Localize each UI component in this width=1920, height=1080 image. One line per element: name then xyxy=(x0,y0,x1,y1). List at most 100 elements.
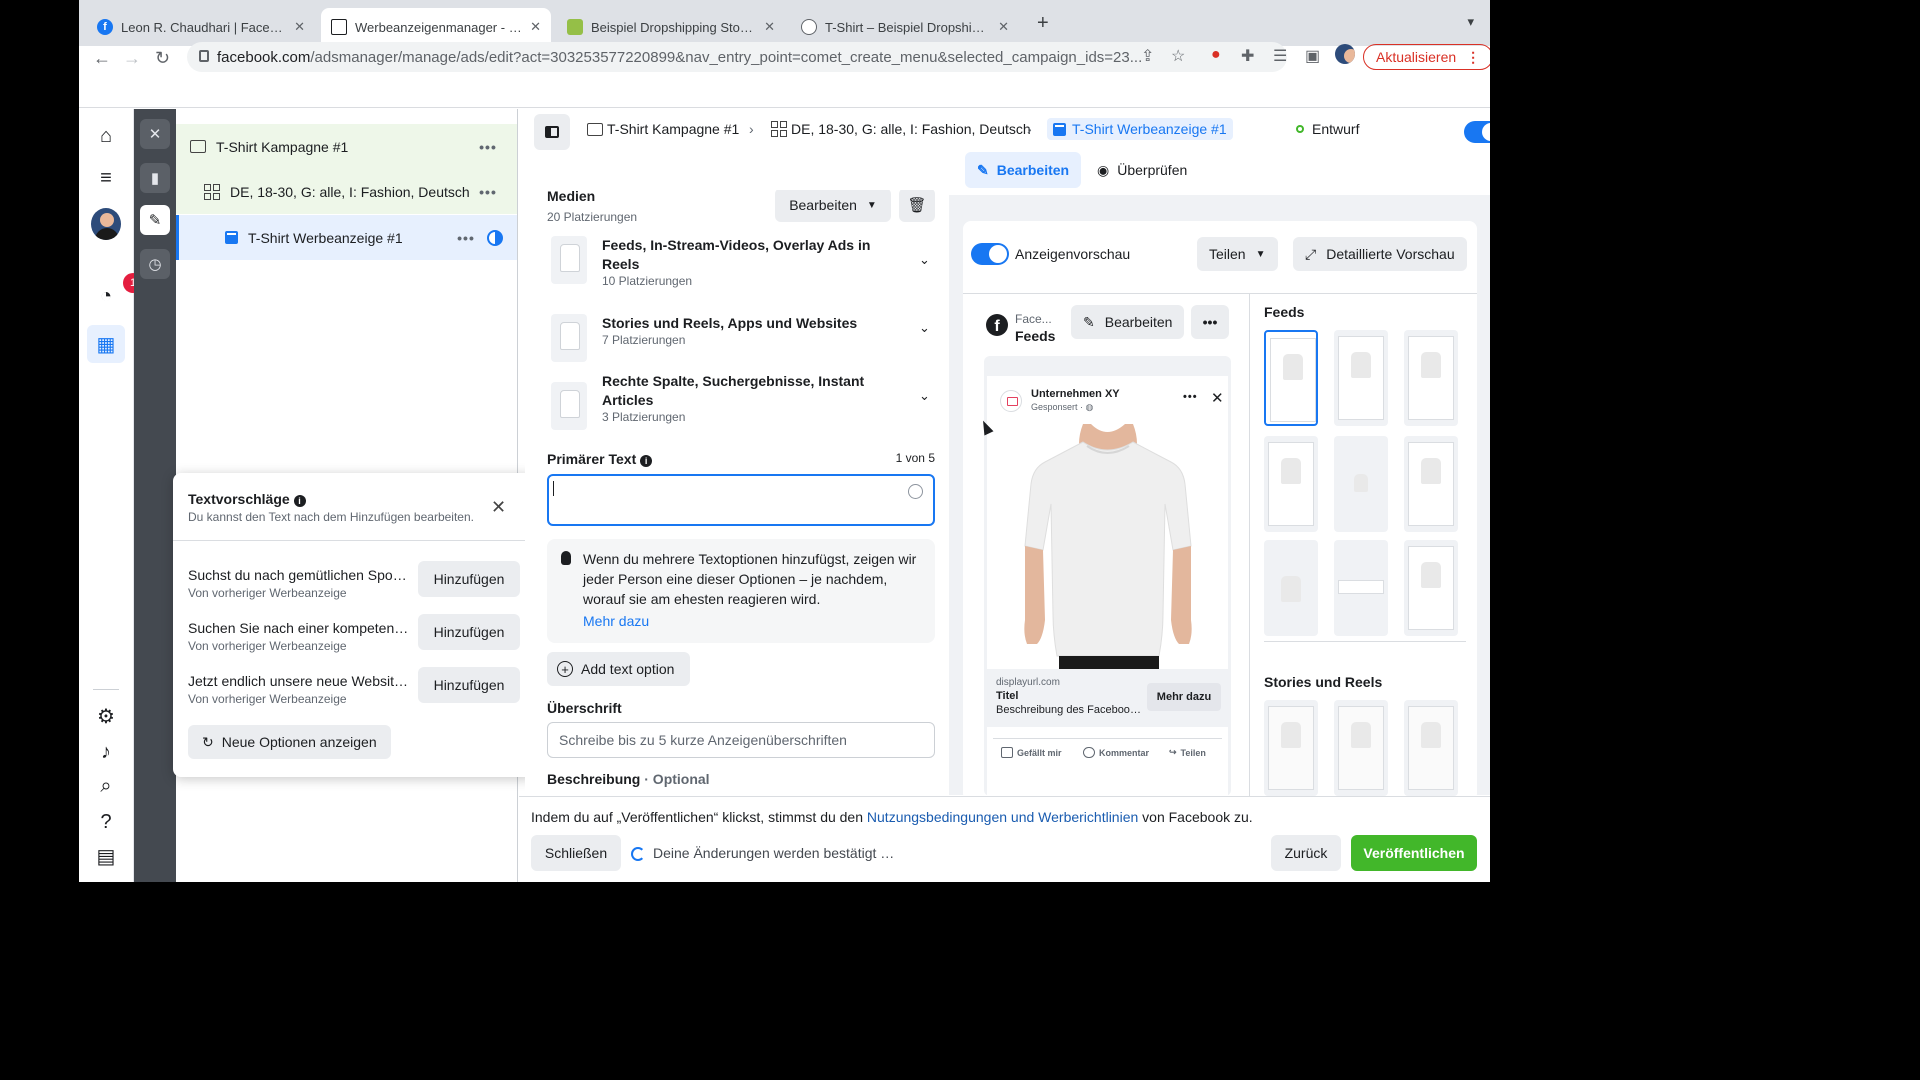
ad-preview-toggle[interactable] xyxy=(971,243,1009,265)
back-button[interactable]: Zurück xyxy=(1271,835,1341,871)
learn-more-cta-button[interactable]: Mehr dazu xyxy=(1147,683,1221,711)
editor-footer: Indem du auf „Veröffentlichen“ klickst, … xyxy=(519,796,1490,882)
more-vertical-icon: ⋮ xyxy=(1466,48,1481,65)
add-text-option-button[interactable]: + Add text option xyxy=(547,652,691,686)
comment-action[interactable]: Kommentar xyxy=(1083,747,1149,758)
share-page-icon[interactable]: ⇪ xyxy=(1141,46,1154,66)
comment-icon xyxy=(1083,747,1095,758)
more-options-icon[interactable]: ••• xyxy=(473,184,503,200)
tree-item-campaign[interactable]: T-Shirt Kampagne #1 ••• xyxy=(176,124,517,169)
account-avatar[interactable] xyxy=(91,208,121,240)
chevron-down-icon[interactable]: ⌄ xyxy=(919,388,930,404)
side-panel-icon[interactable]: ▣ xyxy=(1305,46,1320,66)
placement-thumb[interactable] xyxy=(1264,330,1318,426)
placement-thumb[interactable] xyxy=(1334,540,1388,636)
placement-thumb[interactable] xyxy=(1404,436,1458,532)
suggestion-item: Suchen Sie nach einer kompetente... Von … xyxy=(188,614,520,664)
caret-down-icon: ▼ xyxy=(1255,248,1266,260)
primary-text-input[interactable] xyxy=(547,474,935,526)
show-new-options-button[interactable]: ↻ Neue Optionen anzeigen xyxy=(188,725,391,759)
media-queue-icon[interactable]: ☰ xyxy=(1273,46,1287,66)
bookmark-star-icon[interactable]: ☆ xyxy=(1171,46,1185,66)
placement-thumb[interactable] xyxy=(1334,330,1388,426)
chevron-right-icon: › xyxy=(749,121,754,137)
edit-mode-button[interactable]: ✎ Bearbeiten xyxy=(965,152,1082,188)
more-options-button[interactable]: ••• xyxy=(1191,305,1229,339)
tab-tshirt-product[interactable]: T-Shirt – Beispiel Dropshipping Store ✕ xyxy=(791,8,1019,46)
more-options-icon[interactable]: ••• xyxy=(1183,391,1198,403)
tab-shopify-store[interactable]: Beispiel Dropshipping Store · Home ✕ xyxy=(557,8,785,46)
share-action[interactable]: ↪ Teilen xyxy=(1169,747,1206,758)
learn-more-link[interactable]: Mehr dazu xyxy=(583,613,649,629)
history-clock-icon[interactable]: ◷ xyxy=(140,249,170,279)
like-action[interactable]: Gefällt mir xyxy=(1001,747,1062,758)
add-suggestion-button[interactable]: Hinzufügen xyxy=(418,561,520,597)
ads-account-icon[interactable]: ◔ 1 xyxy=(91,273,143,311)
tree-item-adset[interactable]: DE, 18-30, G: alle, I: Fashion, Deutsch … xyxy=(176,169,517,214)
edit-preview-button[interactable]: ✎ Bearbeiten xyxy=(1071,305,1185,339)
reload-icon[interactable]: ↻ xyxy=(155,48,170,69)
terms-link[interactable]: Nutzungsbedingungen und Werberichtlinien xyxy=(867,809,1138,825)
more-options-icon[interactable]: ••• xyxy=(473,139,503,155)
placement-thumb[interactable] xyxy=(1404,540,1458,636)
tree-item-ad[interactable]: T-Shirt Werbeanzeige #1 ••• xyxy=(176,215,517,260)
notification-bell-icon[interactable]: ♪ xyxy=(91,737,121,767)
puzzle-icon[interactable]: ✚ xyxy=(1241,46,1254,66)
breadcrumb-adset[interactable]: DE, 18-30, G: alle, I: Fashion, Deutsch xyxy=(771,121,1031,137)
emoji-icon[interactable] xyxy=(908,484,923,499)
media-edit-dropdown[interactable]: Bearbeiten ▼ xyxy=(775,190,891,222)
placement-thumb[interactable] xyxy=(1404,330,1458,426)
add-suggestion-button[interactable]: Hinzufügen xyxy=(418,614,520,650)
tab-search-chevron-icon[interactable]: ▾ xyxy=(1467,14,1474,30)
new-tab-icon[interactable]: + xyxy=(1037,12,1049,35)
close-tab-icon[interactable]: ✕ xyxy=(998,19,1009,35)
placement-thumb[interactable] xyxy=(1264,540,1318,636)
tab-ads-manager[interactable]: Werbeanzeigenmanager - Werbeanzeigen ✕ xyxy=(321,8,551,46)
campaigns-table-icon[interactable]: ▦ xyxy=(87,325,125,363)
review-mode-button[interactable]: ◉ Überprüfen xyxy=(1085,152,1199,188)
add-suggestion-button[interactable]: Hinzufügen xyxy=(418,667,520,703)
home-icon[interactable]: ⌂ xyxy=(91,121,121,151)
close-tab-icon[interactable]: ✕ xyxy=(294,19,305,35)
placement-thumb[interactable] xyxy=(1264,700,1318,796)
menu-icon[interactable]: ≡ xyxy=(91,163,121,193)
placement-thumb[interactable] xyxy=(1404,700,1458,796)
close-icon[interactable]: ✕ xyxy=(491,497,506,518)
profile-avatar[interactable] xyxy=(1335,44,1355,64)
placement-thumb[interactable] xyxy=(1334,436,1388,532)
headline-input[interactable]: Schreibe bis zu 5 kurze Anzeigenüberschr… xyxy=(547,722,935,758)
close-icon[interactable]: ✕ xyxy=(140,119,170,149)
search-icon[interactable]: ⌕ xyxy=(91,771,121,801)
reports-icon[interactable]: ▤ xyxy=(91,841,121,871)
toggle-sidebar-button[interactable] xyxy=(534,114,570,150)
tab-facebook-profile[interactable]: f Leon R. Chaudhari | Facebook ✕ xyxy=(87,8,315,46)
close-button[interactable]: Schließen xyxy=(531,835,621,871)
close-tab-icon[interactable]: ✕ xyxy=(764,19,775,35)
edit-pencil-icon[interactable]: ✎ xyxy=(140,205,170,235)
publish-button[interactable]: Veröffentlichen xyxy=(1351,835,1477,871)
placement-thumb[interactable] xyxy=(1334,700,1388,796)
thumbs-up-icon xyxy=(1001,747,1013,758)
breadcrumb-ad[interactable]: T-Shirt Werbeanzeige #1 xyxy=(1047,118,1233,140)
chevron-down-icon[interactable]: ⌄ xyxy=(919,320,930,336)
breadcrumb-campaign[interactable]: T-Shirt Kampagne #1 xyxy=(587,121,739,137)
forward-arrow-icon[interactable]: → xyxy=(123,48,141,69)
delete-media-button[interactable]: 🗑 xyxy=(899,190,935,222)
close-icon[interactable]: ✕ xyxy=(1211,389,1224,407)
back-arrow-icon[interactable]: ← xyxy=(93,48,111,69)
update-button[interactable]: Aktualisieren ⋮ xyxy=(1363,44,1490,70)
more-options-icon[interactable]: ••• xyxy=(451,230,481,246)
settings-gear-icon[interactable]: ⚙ xyxy=(91,701,121,731)
bar-chart-icon[interactable]: ▮ xyxy=(140,163,170,193)
terms-notice: Indem du auf „Veröffentlichen“ klickst, … xyxy=(531,809,1253,825)
pencil-icon: ✎ xyxy=(1083,313,1095,330)
ad-active-toggle[interactable] xyxy=(1464,121,1490,143)
detailed-preview-button[interactable]: ⤢ Detaillierte Vorschau xyxy=(1293,237,1467,271)
close-tab-icon[interactable]: ✕ xyxy=(530,19,541,35)
placement-thumb[interactable] xyxy=(1264,436,1318,532)
help-icon[interactable]: ? xyxy=(91,807,121,837)
share-preview-button[interactable]: Teilen ▼ xyxy=(1197,237,1278,271)
chevron-down-icon[interactable]: ⌄ xyxy=(919,252,930,268)
extension-icon[interactable]: ● xyxy=(1211,46,1221,64)
address-bar[interactable]: facebook.com/adsmanager/manage/ads/edit?… xyxy=(187,42,1287,72)
